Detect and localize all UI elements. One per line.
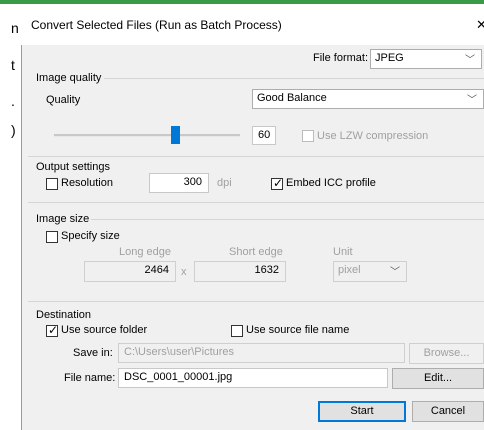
image-size-group-label: Image size [36, 213, 90, 225]
quality-slider-track[interactable] [54, 134, 240, 137]
quality-select[interactable]: Good Balance ﹀ [252, 89, 484, 109]
background-text: ) [11, 122, 16, 138]
chevron-down-icon: ﹀ [465, 55, 475, 66]
resolution-unit-label: dpi [217, 177, 232, 189]
background-text: n [11, 20, 19, 36]
embed-icc-checkbox[interactable]: ✓ [271, 176, 284, 190]
close-icon[interactable]: ✕ [476, 17, 484, 33]
lzw-label: Use LZW compression [317, 130, 429, 142]
specify-size-checkbox[interactable] [46, 231, 58, 243]
unit-select[interactable]: pixel ﹀ [333, 261, 407, 282]
browse-button[interactable]: Browse... [409, 343, 484, 364]
short-edge-label: Short edge [229, 246, 283, 258]
unit-label: Unit [333, 246, 353, 258]
checkmark-icon: ✓ [48, 323, 59, 337]
edit-button[interactable]: Edit... [392, 368, 484, 389]
save-in-field[interactable]: C:\Users\user\Pictures [118, 343, 405, 363]
dialog-title: Convert Selected Files (Run as Batch Pro… [31, 18, 282, 32]
output-settings-group-label: Output settings [36, 161, 110, 173]
file-format-label: File format: [313, 52, 369, 64]
checkmark-icon: ✓ [273, 176, 284, 190]
unit-value: pixel [338, 264, 361, 276]
use-source-folder-checkbox[interactable]: ✓ [46, 323, 59, 337]
quality-value: Good Balance [257, 92, 327, 104]
file-format-select[interactable]: JPEG ﹀ [370, 49, 482, 69]
use-source-folder-label: Use source folder [61, 324, 148, 336]
top-accent-bar [0, 0, 484, 4]
long-edge-label: Long edge [119, 246, 171, 258]
specify-size-label: Specify size [61, 230, 120, 242]
group-divider [91, 219, 484, 220]
destination-group-label: Destination [36, 309, 92, 321]
use-source-file-name-label: Use source file name [246, 324, 350, 336]
image-quality-group-label: Image quality [36, 72, 102, 84]
use-source-file-name-checkbox[interactable] [231, 325, 243, 337]
file-format-value: JPEG [375, 52, 404, 64]
file-name-label: File name: [64, 372, 116, 384]
cancel-button[interactable]: Cancel [412, 401, 484, 422]
short-edge-field[interactable]: 1632 [194, 261, 286, 282]
quality-value-field[interactable]: 60 [252, 126, 276, 145]
section-separator [28, 202, 484, 203]
resolution-checkbox[interactable] [46, 178, 58, 190]
times-symbol: x [181, 266, 187, 278]
background-text: . [11, 93, 15, 109]
background-text: t [11, 57, 15, 73]
embed-icc-label: Embed ICC profile [286, 177, 376, 189]
section-separator [28, 156, 484, 157]
chevron-down-icon: ﹀ [467, 95, 477, 106]
section-separator [28, 301, 484, 302]
resolution-label: Resolution [61, 177, 113, 189]
start-button[interactable]: Start [318, 401, 406, 422]
save-in-label: Save in: [73, 347, 113, 359]
group-divider [104, 78, 484, 79]
quality-slider-thumb[interactable] [171, 126, 180, 144]
long-edge-field[interactable]: 2464 [84, 261, 176, 282]
lzw-checkbox[interactable] [302, 130, 314, 142]
file-name-field[interactable]: DSC_0001_00001.jpg [118, 368, 388, 388]
chevron-down-icon: ﹀ [390, 267, 400, 278]
resolution-field[interactable]: 300 [149, 173, 209, 193]
quality-label: Quality [46, 94, 81, 106]
